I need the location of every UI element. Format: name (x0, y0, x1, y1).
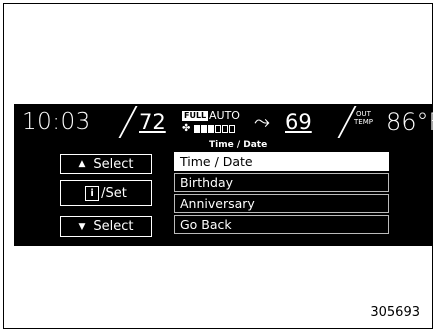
menu-item-go-back[interactable]: Go Back (174, 215, 389, 234)
fan-level-bar (229, 125, 235, 133)
menu-list: Time / Date Birthday Anniversary Go Back (174, 152, 389, 236)
menu-item-time-date[interactable]: Time / Date (174, 152, 389, 171)
outside-temp-value: 86°F (386, 108, 438, 136)
select-down-label: Select (93, 219, 134, 234)
fan-level-bar (215, 125, 221, 133)
up-triangle-icon: ▲ (78, 159, 86, 169)
multi-function-display: 10:03 72 FULL AUTO ✤ ⤳ 69 OUT TEMP 86°F … (14, 104, 438, 246)
set-label: /Set (101, 185, 127, 201)
menu-item-birthday[interactable]: Birthday (174, 173, 389, 192)
down-triangle-icon: ▼ (78, 221, 86, 232)
info-set-content: i /Set (85, 185, 127, 201)
submenu-title: Time / Date (209, 140, 268, 150)
fan-level-bar (208, 125, 214, 133)
figure-number: 305693 (370, 305, 420, 320)
full-badge: FULL (182, 111, 209, 121)
airflow-icon: ⤳ (254, 109, 270, 133)
clock: 10:03 (22, 109, 91, 135)
passenger-temp: 69 (285, 110, 312, 134)
status-bar: 10:03 72 FULL AUTO ✤ ⤳ 69 OUT TEMP 86°F (14, 104, 438, 140)
fan-level-bar (222, 125, 228, 133)
select-up-button[interactable]: ▲ Select (60, 154, 152, 174)
slash-divider (118, 106, 138, 138)
fan-icon: ✤ (182, 123, 191, 134)
driver-temp: 72 (139, 110, 166, 134)
select-down-button[interactable]: ▼ Select (60, 216, 152, 237)
fan-level-bar (194, 125, 200, 133)
info-icon: i (85, 185, 100, 201)
outside-temp-label-line2: TEMP (354, 118, 373, 126)
climate-mode: AUTO (209, 109, 240, 122)
outside-temp-label: OUT TEMP (354, 110, 373, 126)
figure-frame: 10:03 72 FULL AUTO ✤ ⤳ 69 OUT TEMP 86°F … (3, 3, 438, 329)
info-set-button[interactable]: i /Set (60, 180, 152, 206)
outside-temp-label-line1: OUT (356, 110, 371, 118)
fan-level-bar (201, 125, 207, 133)
fan-level-indicator (194, 125, 235, 133)
menu-item-anniversary[interactable]: Anniversary (174, 194, 389, 213)
select-up-label: Select (93, 156, 134, 172)
